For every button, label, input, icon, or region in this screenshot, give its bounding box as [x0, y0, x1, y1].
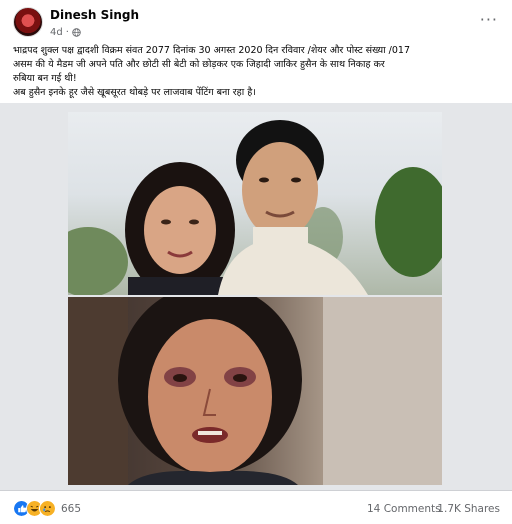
caption-line: रुबिया बन गई थी! [13, 73, 77, 84]
facebook-post: Dinesh Singh 4d · ··· भाद्रपद शुक्ल पक्ष… [0, 0, 512, 524]
injured-woman-photo[interactable] [68, 297, 442, 485]
globe-icon [72, 28, 81, 37]
sad-icon [39, 500, 56, 517]
author-name[interactable]: Dinesh Singh [50, 8, 139, 22]
author-avatar[interactable] [13, 7, 43, 37]
post-header: Dinesh Singh 4d · ··· [0, 0, 512, 44]
reactions-summary[interactable]: 665 [13, 500, 81, 517]
caption-line: असम की ये मैडम जी अपने पति और छोटी सी बे… [13, 59, 385, 70]
reaction-count[interactable]: 665 [61, 503, 81, 515]
post-time[interactable]: 4d [50, 27, 63, 38]
more-options-icon[interactable]: ··· [480, 10, 498, 29]
couple-photo-art [68, 120, 442, 295]
post-footer: 665 14 Comments 1.7K Shares [0, 490, 512, 524]
shares-count[interactable]: 1.7K Shares [437, 503, 500, 515]
comments-count[interactable]: 14 Comments [367, 503, 441, 515]
injured-woman-photo-art [68, 297, 442, 485]
post-meta: 4d · [50, 27, 81, 38]
caption-line: अब हुसैन इनके हूर जैसे खूबसूरत थोबड़े पर… [13, 87, 256, 98]
couple-photo[interactable] [68, 112, 442, 295]
caption-line: भाद्रपद शुक्ल पक्ष द्वादशी विक्रम संवत 2… [13, 45, 410, 56]
post-caption: भाद्रपद शुक्ल पक्ष द्वादशी विक्रम संवत 2… [13, 44, 505, 100]
